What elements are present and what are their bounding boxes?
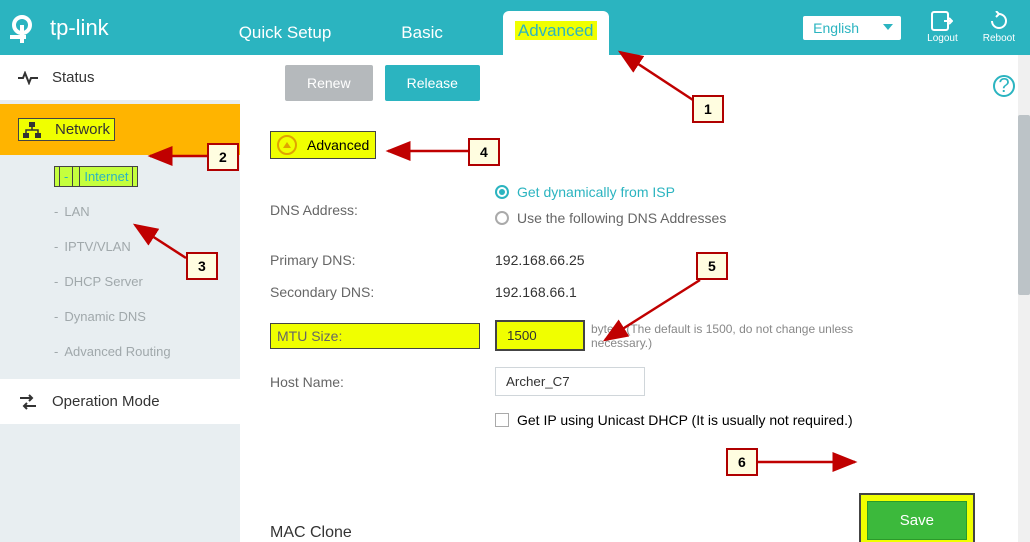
advanced-toggle[interactable]: Advanced xyxy=(270,131,376,159)
header: tp-link Quick Setup Basic Advanced Engli… xyxy=(0,0,1030,55)
mtu-input[interactable] xyxy=(496,321,584,350)
operation-mode-icon xyxy=(18,394,38,410)
nav-tabs: Quick Setup Basic Advanced xyxy=(229,0,609,55)
tab-advanced[interactable]: Advanced xyxy=(503,11,609,55)
unicast-label: Get IP using Unicast DHCP (It is usually… xyxy=(517,412,853,428)
logo: tp-link xyxy=(10,11,109,45)
radio-icon xyxy=(495,185,509,199)
header-right: English Logout Reboot xyxy=(802,11,1015,44)
checkbox-icon xyxy=(495,413,509,427)
release-button[interactable]: Release xyxy=(385,65,480,101)
tab-quick-setup[interactable]: Quick Setup xyxy=(229,15,342,55)
annotation-4: 4 xyxy=(468,138,500,166)
sidebar-item-routing[interactable]: -Advanced Routing xyxy=(0,334,240,369)
tab-basic[interactable]: Basic xyxy=(391,15,453,55)
help-icon[interactable]: ? xyxy=(993,75,1015,97)
mtu-row: MTU Size: bytes. (The default is 1500, d… xyxy=(270,320,1000,351)
button-row: Renew Release xyxy=(285,65,1000,101)
sidebar-item-internet[interactable]: -Internet xyxy=(0,159,240,194)
unicast-row[interactable]: Get IP using Unicast DHCP (It is usually… xyxy=(495,412,1000,428)
save-button[interactable]: Save xyxy=(867,501,967,540)
annotation-3: 3 xyxy=(186,252,218,280)
dns-address-label: DNS Address: xyxy=(270,202,495,218)
sidebar: Status Network -Internet -LAN -IPTV/VLAN… xyxy=(0,55,240,542)
mtu-note: bytes. (The default is 1500, do not chan… xyxy=(591,322,891,350)
secondary-dns-label: Secondary DNS: xyxy=(270,284,495,300)
sidebar-network[interactable]: Network xyxy=(0,104,240,155)
brand-text: tp-link xyxy=(50,15,109,41)
annotation-1: 1 xyxy=(692,95,724,123)
sidebar-status[interactable]: Status xyxy=(0,55,240,100)
content: ? Renew Release Advanced DNS Address: Ge… xyxy=(240,55,1030,542)
hostname-row: Host Name: xyxy=(270,367,1000,396)
hostname-label: Host Name: xyxy=(270,374,495,390)
network-icon xyxy=(23,122,41,138)
dns-address-row: DNS Address: Get dynamically from ISP Us… xyxy=(270,184,1000,236)
logout-icon xyxy=(931,11,953,31)
primary-dns-label: Primary DNS: xyxy=(270,252,495,268)
sidebar-item-lan[interactable]: -LAN xyxy=(0,194,240,229)
logo-icon xyxy=(10,11,44,45)
primary-dns-row: Primary DNS: 192.168.66.25 xyxy=(270,252,1000,268)
mtu-label: MTU Size: xyxy=(270,323,480,349)
chevron-up-icon xyxy=(277,135,297,155)
reboot-button[interactable]: Reboot xyxy=(983,11,1015,44)
body: Status Network -Internet -LAN -IPTV/VLAN… xyxy=(0,55,1030,542)
secondary-dns-row: Secondary DNS: 192.168.66.1 xyxy=(270,284,1000,300)
annotation-5: 5 xyxy=(696,252,728,280)
scrollbar-thumb[interactable] xyxy=(1018,115,1030,295)
hostname-input[interactable] xyxy=(495,367,645,396)
language-select[interactable]: English xyxy=(802,15,902,41)
renew-button[interactable]: Renew xyxy=(285,65,373,101)
annotation-6: 6 xyxy=(726,448,758,476)
dns-option-manual[interactable]: Use the following DNS Addresses xyxy=(495,210,726,226)
logout-button[interactable]: Logout xyxy=(927,11,958,44)
annotation-2: 2 xyxy=(207,143,239,171)
secondary-dns-value: 192.168.66.1 xyxy=(495,284,577,300)
reboot-icon xyxy=(988,11,1010,31)
primary-dns-value: 192.168.66.25 xyxy=(495,252,585,268)
radio-icon xyxy=(495,211,509,225)
status-icon xyxy=(18,71,38,85)
save-wrap: Save xyxy=(859,493,975,542)
dns-option-isp[interactable]: Get dynamically from ISP xyxy=(495,184,726,200)
mac-clone-heading: MAC Clone xyxy=(270,524,352,542)
sidebar-operation-mode[interactable]: Operation Mode xyxy=(0,379,240,424)
sidebar-item-ddns[interactable]: -Dynamic DNS xyxy=(0,299,240,334)
